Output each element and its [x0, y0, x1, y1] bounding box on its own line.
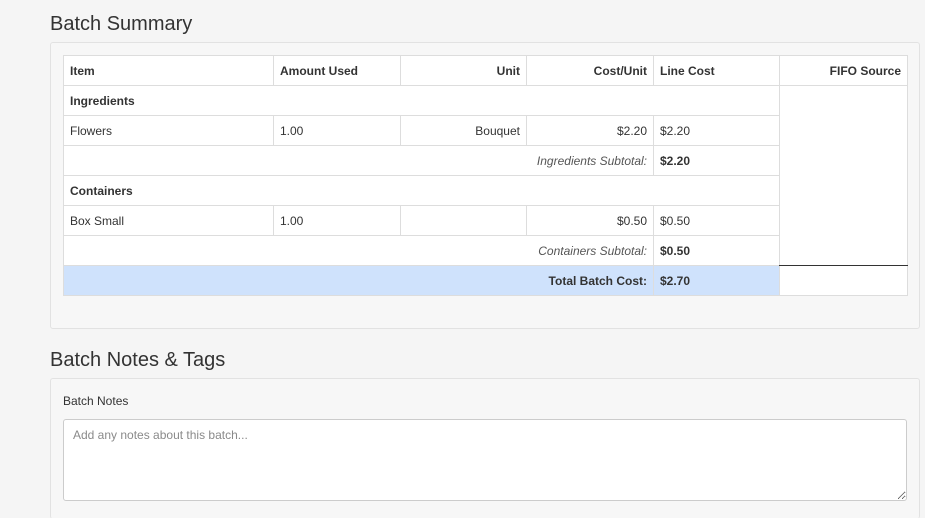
cell-item: Flowers: [63, 115, 274, 146]
total-row-fifo-cell: [779, 265, 908, 296]
batch-summary-card: Item Amount Used Unit Cost/Unit Line Cos…: [50, 42, 920, 329]
cell-item: Box Small: [63, 205, 274, 236]
cell-cost-unit: $0.50: [526, 205, 654, 236]
table-header-row: Item Amount Used Unit Cost/Unit Line Cos…: [63, 55, 908, 86]
cell-cost-unit: $2.20: [526, 115, 654, 146]
total-batch-cost-label: Total Batch Cost:: [63, 265, 654, 296]
column-header-unit: Unit: [400, 55, 527, 86]
cell-unit: [400, 205, 527, 236]
column-header-fifo-source: FIFO Source: [779, 55, 908, 86]
cell-unit: Bouquet: [400, 115, 527, 146]
batch-notes-input[interactable]: [63, 419, 907, 501]
column-header-item: Item: [63, 55, 274, 86]
cell-amount: 1.00: [273, 115, 401, 146]
group-label-ingredients: Ingredients: [63, 85, 780, 116]
batch-notes-title: Batch Notes & Tags: [50, 349, 226, 371]
column-header-amount-used: Amount Used: [273, 55, 401, 86]
ingredients-subtotal-value: $2.20: [653, 145, 780, 176]
column-header-cost-unit: Cost/Unit: [526, 55, 654, 86]
group-row-ingredients: Ingredients: [63, 85, 908, 266]
total-row: Total Batch Cost: $2.70: [63, 265, 908, 296]
cell-line-cost: $2.20: [653, 115, 780, 146]
batch-summary-table: Item Amount Used Unit Cost/Unit Line Cos…: [63, 55, 908, 296]
ingredients-subtotal-label: Ingredients Subtotal:: [63, 145, 654, 176]
batch-notes-label: Batch Notes: [63, 394, 129, 408]
column-header-line-cost: Line Cost: [653, 55, 780, 86]
batch-page: Batch Summary Item Amount Used Unit Cost…: [0, 0, 925, 518]
containers-subtotal-value: $0.50: [653, 235, 780, 266]
containers-subtotal-label: Containers Subtotal:: [63, 235, 654, 266]
total-batch-cost-value: $2.70: [653, 265, 780, 296]
group-label-containers: Containers: [63, 175, 780, 206]
cell-line-cost: $0.50: [653, 205, 780, 236]
cell-amount: 1.00: [273, 205, 401, 236]
batch-notes-card: Batch Notes: [50, 378, 920, 518]
fifo-source-cell: [779, 85, 908, 266]
batch-summary-title: Batch Summary: [50, 13, 193, 35]
